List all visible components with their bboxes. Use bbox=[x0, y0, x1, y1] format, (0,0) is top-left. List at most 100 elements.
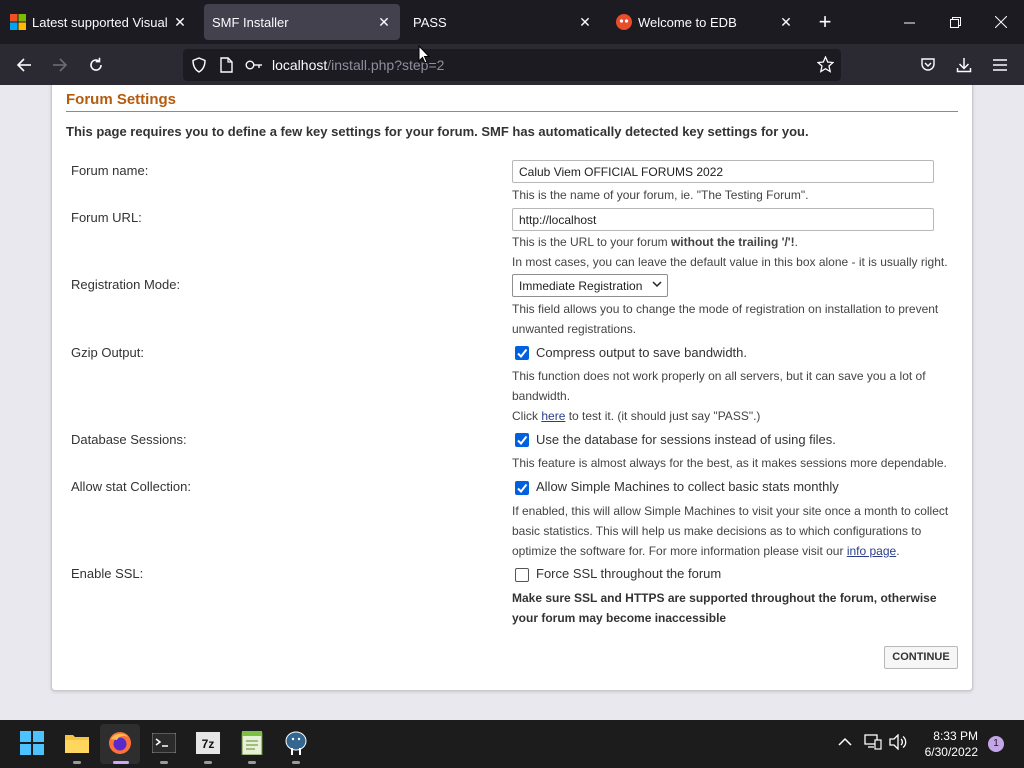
chevron-down-icon bbox=[652, 279, 662, 292]
notepad-plus-button[interactable] bbox=[239, 730, 265, 756]
registration-mode-select[interactable]: Immediate Registration bbox=[512, 274, 668, 297]
tab-smf-installer[interactable]: SMF Installer ✕ bbox=[204, 4, 400, 40]
active-indicator bbox=[113, 761, 129, 764]
start-button[interactable] bbox=[19, 730, 45, 756]
file-explorer-button[interactable] bbox=[64, 730, 90, 756]
running-indicator bbox=[204, 761, 212, 764]
pocket-button[interactable] bbox=[913, 50, 943, 80]
show-hidden-icons-button[interactable] bbox=[838, 734, 852, 750]
clock-date: 6/30/2022 bbox=[924, 745, 978, 759]
running-indicator bbox=[160, 761, 168, 764]
forum-url-help-suffix: . bbox=[794, 235, 798, 249]
registration-mode-label: Registration Mode: bbox=[71, 277, 181, 292]
page-icon[interactable] bbox=[219, 57, 233, 78]
gzip-test-link[interactable]: here bbox=[541, 409, 565, 423]
7zip-button[interactable]: 7z bbox=[195, 730, 221, 756]
forum-url-input[interactable]: http://localhost bbox=[512, 208, 934, 231]
forum-url-help-bold: without the trailing '/'! bbox=[670, 235, 795, 249]
ssl-warning-1: Make sure SSL and HTTPS are supported th… bbox=[512, 591, 937, 605]
forum-name-help: This is the name of your forum, ie. "The… bbox=[512, 188, 809, 202]
windows-logo-icon bbox=[20, 731, 44, 755]
gzip-checkbox-label[interactable]: Compress output to save bandwidth. bbox=[536, 345, 747, 360]
section-divider bbox=[66, 111, 958, 112]
running-indicator bbox=[292, 761, 300, 764]
gzip-checkbox[interactable] bbox=[515, 346, 529, 360]
enable-ssl-label: Enable SSL: bbox=[71, 566, 144, 581]
tab-pass[interactable]: PASS ✕ bbox=[405, 4, 601, 40]
gzip-test-suffix: to test it. (it should just say "PASS".) bbox=[565, 409, 761, 423]
close-icon[interactable]: ✕ bbox=[168, 14, 192, 31]
continue-button[interactable]: CONTINUE bbox=[884, 646, 958, 669]
firefox-button[interactable] bbox=[107, 730, 133, 756]
stat-collection-label: Allow stat Collection: bbox=[71, 479, 191, 494]
tab-visual-cpp[interactable]: Latest supported Visual C++ ✕ bbox=[0, 4, 196, 40]
stat-help-3-prefix: optimize the software for. For more info… bbox=[512, 544, 847, 558]
forum-name-input[interactable]: Calub Viem OFFICIAL FORUMS 2022 bbox=[512, 160, 934, 183]
running-indicator bbox=[73, 761, 81, 764]
stat-help-3: optimize the software for. For more info… bbox=[512, 541, 900, 561]
notification-badge[interactable]: 1 bbox=[988, 736, 1004, 752]
close-icon bbox=[995, 16, 1007, 28]
maximize-button[interactable] bbox=[932, 0, 978, 44]
registration-help-2: unwanted registrations. bbox=[512, 322, 637, 336]
forum-name-label: Forum name: bbox=[71, 163, 149, 178]
downloads-button[interactable] bbox=[949, 50, 979, 80]
database-sessions-checkbox[interactable] bbox=[515, 433, 529, 447]
minimize-button[interactable] bbox=[886, 0, 932, 44]
7zip-icon: 7z bbox=[196, 732, 220, 754]
page-viewport: Forum Settings This page requires you to… bbox=[0, 85, 1024, 720]
forum-url-help: This is the URL to your forum without th… bbox=[512, 232, 798, 252]
forum-url-label: Forum URL: bbox=[71, 210, 142, 225]
pgadmin-button[interactable] bbox=[283, 730, 309, 756]
stat-collection-checkbox[interactable] bbox=[515, 481, 529, 495]
shield-icon[interactable] bbox=[191, 57, 207, 78]
stat-help-3-suffix: . bbox=[896, 544, 900, 558]
intro-text: This page requires you to define a few k… bbox=[66, 124, 809, 139]
forum-url-help-prefix: This is the URL to your forum bbox=[512, 235, 671, 249]
tab-edb[interactable]: Welcome to EDB ✕ bbox=[606, 4, 802, 40]
minimize-icon bbox=[903, 22, 915, 23]
ssl-checkbox[interactable] bbox=[515, 568, 529, 582]
menu-button[interactable] bbox=[985, 50, 1015, 80]
gzip-test-text: Click here to test it. (it should just s… bbox=[512, 406, 760, 426]
back-arrow-icon bbox=[16, 58, 31, 72]
forward-button[interactable] bbox=[45, 50, 75, 80]
terminal-button[interactable] bbox=[151, 730, 177, 756]
bookmark-star-icon[interactable] bbox=[816, 55, 835, 78]
system-clock[interactable]: 8:33 PM 6/30/2022 bbox=[912, 728, 978, 760]
ssl-checkbox-label[interactable]: Force SSL throughout the forum bbox=[536, 566, 721, 581]
microsoft-icon bbox=[10, 14, 26, 30]
tab-title: Welcome to EDB bbox=[638, 14, 737, 30]
checkmark-icon bbox=[517, 435, 528, 446]
database-sessions-help: This feature is almost always for the be… bbox=[512, 456, 947, 470]
back-button[interactable] bbox=[9, 50, 39, 80]
running-indicator bbox=[248, 761, 256, 764]
registration-mode-value: Immediate Registration bbox=[519, 279, 643, 293]
browser-tab-bar: Latest supported Visual C++ ✕ SMF Instal… bbox=[0, 0, 1024, 44]
info-page-link[interactable]: info page bbox=[847, 544, 896, 558]
folder-icon bbox=[65, 735, 89, 753]
edb-icon bbox=[616, 14, 632, 30]
key-icon[interactable] bbox=[245, 58, 263, 77]
network-button[interactable] bbox=[864, 734, 882, 753]
close-icon[interactable]: ✕ bbox=[573, 14, 597, 31]
gzip-help-1: This function does not work properly on … bbox=[512, 369, 926, 383]
new-tab-button[interactable]: + bbox=[813, 10, 837, 34]
chevron-up-icon bbox=[838, 737, 852, 746]
svg-text:7z: 7z bbox=[202, 737, 215, 751]
volume-button[interactable] bbox=[889, 733, 907, 753]
database-sessions-checkbox-label[interactable]: Use the database for sessions instead of… bbox=[536, 432, 836, 447]
restore-icon bbox=[949, 16, 961, 28]
pocket-icon bbox=[921, 58, 935, 71]
close-icon[interactable]: ✕ bbox=[774, 14, 798, 31]
windows-taskbar: 7z 8:33 PM 6/30/2022 1 bbox=[0, 720, 1024, 768]
firefox-icon bbox=[109, 732, 131, 754]
database-sessions-label: Database Sessions: bbox=[71, 432, 187, 447]
reload-button[interactable] bbox=[81, 50, 111, 80]
close-window-button[interactable] bbox=[978, 0, 1024, 44]
checkmark-icon bbox=[517, 348, 528, 359]
stat-collection-checkbox-label[interactable]: Allow Simple Machines to collect basic s… bbox=[536, 479, 839, 494]
address-bar[interactable]: localhost/install.php?step=2 bbox=[183, 49, 841, 81]
close-icon[interactable]: ✕ bbox=[372, 14, 396, 31]
ssl-warning-2: your forum may become inaccessible bbox=[512, 611, 727, 625]
